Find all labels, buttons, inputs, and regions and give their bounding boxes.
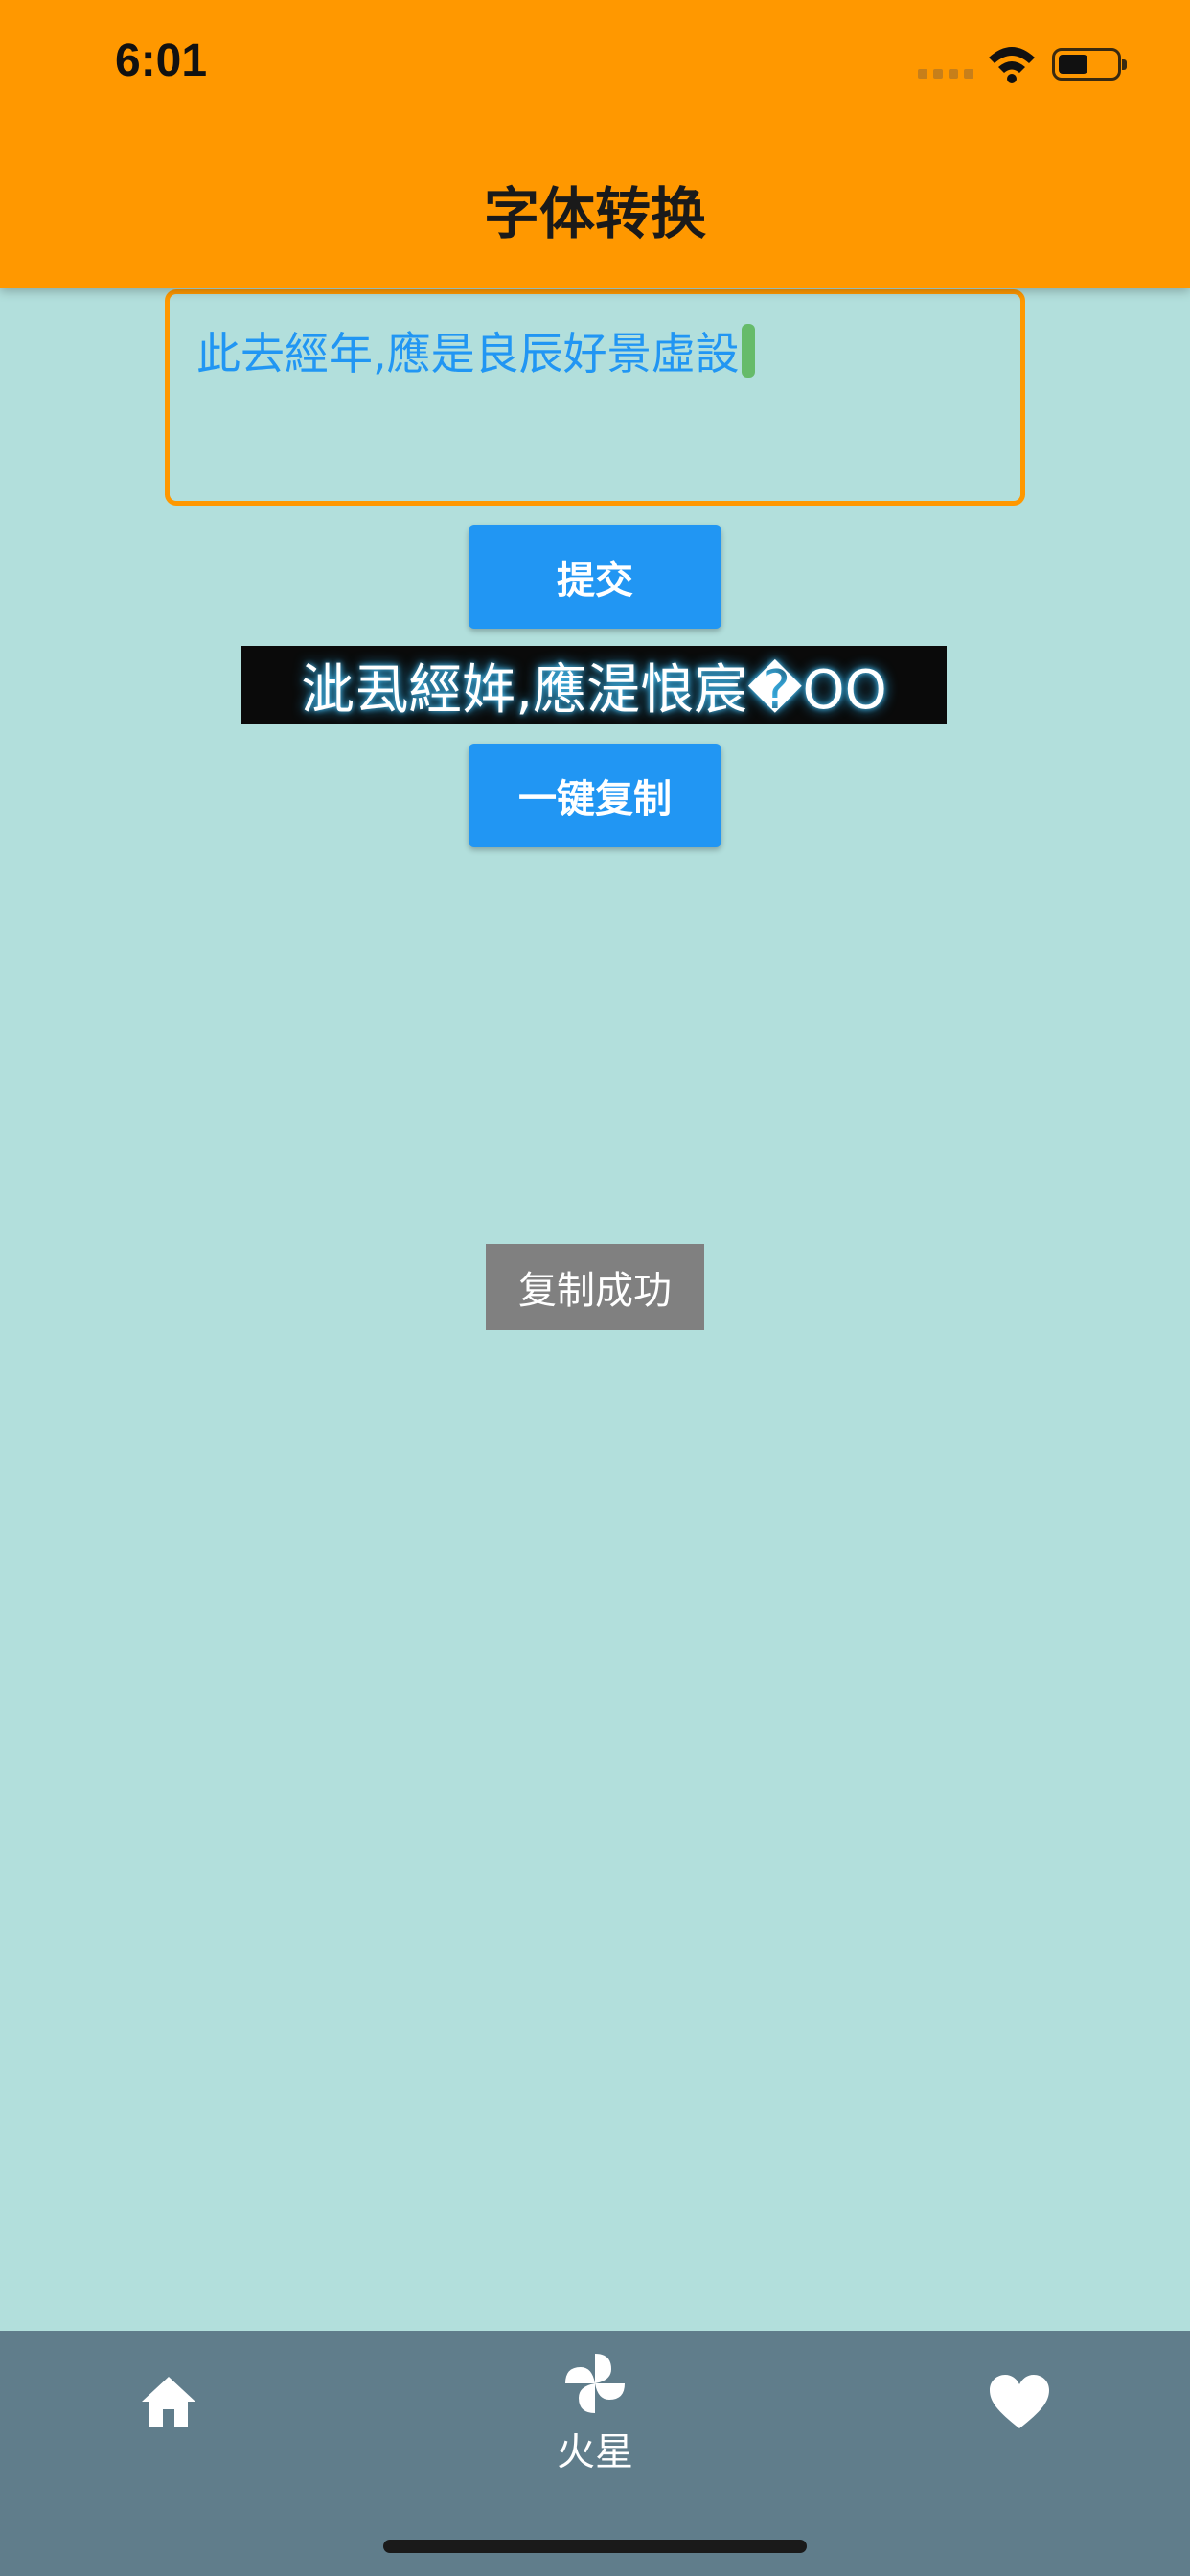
- wifi-icon: [989, 47, 1035, 83]
- text-input[interactable]: 此去經年,應是良辰好景虛設: [165, 289, 1025, 506]
- heart-icon: [990, 2375, 1049, 2428]
- app-header: 6:01 字体转换: [0, 0, 1190, 288]
- pinwheel-icon: [565, 2354, 625, 2413]
- status-time: 6:01: [115, 35, 208, 86]
- tab-favorites[interactable]: [981, 2373, 1058, 2430]
- converted-text: 泚厾經姩,應湜悢宸�OO: [241, 646, 947, 724]
- copy-button[interactable]: 一键复制: [469, 744, 721, 847]
- tab-mars[interactable]: 火星: [518, 2350, 672, 2476]
- text-cursor: [741, 324, 755, 378]
- submit-button[interactable]: 提交: [469, 525, 721, 629]
- page-title: 字体转换: [483, 181, 706, 246]
- input-value: 此去經年,應是良辰好景虛設: [196, 328, 740, 380]
- bottom-tab-bar: 火星: [0, 2331, 1190, 2576]
- tab-home[interactable]: [130, 2373, 207, 2430]
- home-indicator: [383, 2540, 807, 2553]
- tab-mars-label: 火星: [557, 2430, 633, 2474]
- toast-message: 复制成功: [486, 1244, 704, 1330]
- cellular-signal-icon: [918, 69, 973, 79]
- battery-icon: [1052, 48, 1127, 80]
- home-icon: [142, 2377, 195, 2426]
